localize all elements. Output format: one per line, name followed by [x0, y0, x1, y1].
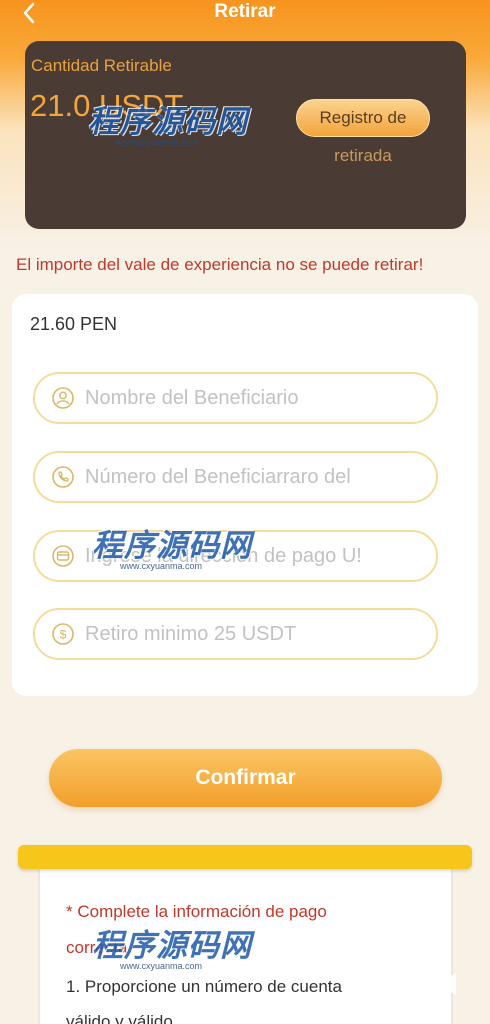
- instructions-panel: * Complete la información de pago correc…: [38, 862, 453, 1024]
- phone-icon: [52, 466, 74, 488]
- coin-icon: $: [52, 623, 74, 645]
- page-title: Retirar: [214, 1, 276, 22]
- note-line: * Complete la información de pago: [66, 902, 327, 921]
- confirm-button[interactable]: Confirmar: [49, 749, 442, 807]
- user-icon: [52, 387, 74, 409]
- beneficiary-number-input[interactable]: [85, 453, 425, 501]
- withdraw-amount-input[interactable]: [85, 610, 425, 658]
- payment-address-input[interactable]: [85, 532, 425, 580]
- beneficiary-number-field[interactable]: [33, 451, 438, 503]
- beneficiary-name-field[interactable]: [33, 372, 438, 424]
- balance-label: Cantidad Retirable: [31, 56, 172, 75]
- note-line: 1. Proporcione un número de cuenta: [66, 977, 342, 996]
- withdraw-history-label: Registro de: [319, 108, 407, 127]
- withdraw-form: 21.60 PEN $: [12, 294, 478, 696]
- balance-amount: 21.0 USDT: [30, 88, 184, 123]
- withdraw-history-button[interactable]: Registro de: [296, 99, 430, 137]
- warning-message: El importe del vale de experiencia no se…: [16, 255, 424, 274]
- float-arrow-icon[interactable]: [434, 968, 462, 1000]
- card-icon: [52, 545, 74, 567]
- withdraw-history-label-2[interactable]: retirada: [296, 146, 430, 166]
- svg-text:$: $: [60, 628, 67, 642]
- scroll-roller: [18, 845, 472, 869]
- note-line: correcta: [66, 938, 128, 957]
- payment-address-field[interactable]: [33, 530, 438, 582]
- beneficiary-name-input[interactable]: [85, 374, 425, 422]
- amount-display: 21.60 PEN: [30, 314, 118, 334]
- withdraw-amount-field[interactable]: $: [33, 608, 438, 660]
- note-line: válido y válido: [66, 1012, 173, 1024]
